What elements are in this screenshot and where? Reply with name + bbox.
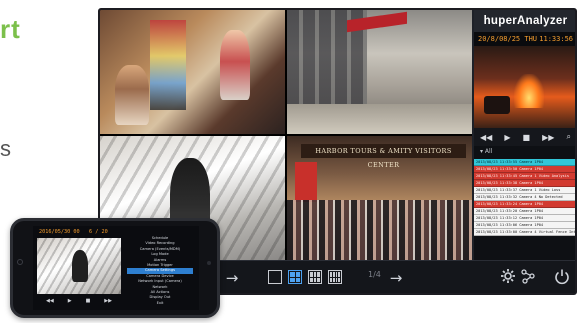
mobile-menu: Schedule Video Recording Camera (Events/MD… [127,236,193,306]
camera-view-1[interactable] [100,10,285,134]
event-row[interactable]: 2013/08/23 11:33:12 Camera 1P04 [474,215,575,222]
rewind-icon[interactable]: ◀◀ [480,133,492,142]
scene-shelf [150,20,186,110]
power-icon[interactable] [552,268,572,288]
layout-4x4-button[interactable] [328,270,342,284]
mobile-screen: 2016/05/30 00 6 / 20 ◀◀ ▶ ■ ▶▶ Schedule V… [33,226,199,310]
scene-person [72,250,88,282]
analyzer-panel: huperAnalyzer 20/8/08/25 THU 11:33:56 ◀◀… [472,10,575,260]
scene-fire [514,74,544,108]
power-icon-graphic [555,269,569,285]
event-row[interactable]: 2013/08/23 11:33:37 Camera 1 Video Loss [474,187,575,194]
event-row[interactable]: 2013/08/23 11:33:06 Camera 1P04 [474,222,575,229]
network-icon-graphic [521,269,535,284]
layout-3x3-button[interactable] [308,270,322,284]
mobile-menu-item[interactable]: Exit [127,301,193,306]
page-counter: 1/4 [368,270,381,279]
stop-icon[interactable]: ■ [86,298,91,304]
mobile-camera-view[interactable] [37,238,121,294]
scene-person [220,30,250,100]
panel-time: 11:33:56 [539,35,573,43]
play-icon[interactable]: ▶ [504,133,510,142]
event-row[interactable]: 2013/08/23 11:33:45 Camera 1 Video Analy… [474,173,575,180]
layout-2x2-button[interactable] [288,270,302,284]
camera-view-2[interactable] [287,10,472,134]
rewind-icon[interactable]: ◀◀ [46,298,54,304]
play-icon[interactable]: ▶ [68,298,72,304]
camera-overlay-banner: HARBOR TOURS & AMITY VISITORS CENTER [301,144,466,169]
mobile-playback-controls: ◀◀ ▶ ■ ▶▶ [39,298,119,304]
network-icon[interactable] [518,268,538,288]
event-row[interactable]: 2013/08/23 11:33:55 Camera 1P04 [474,159,575,166]
event-row[interactable]: 2013/08/23 11:33:00 Camera 4 Virtual Fen… [474,229,575,236]
arrow-right-icon[interactable]: → [222,268,242,288]
mobile-phone: 2016/05/30 00 6 / 20 ◀◀ ▶ ■ ▶▶ Schedule V… [10,218,220,318]
event-preview[interactable] [474,46,575,128]
playback-controls: ◀◀ ▶ ■ ▶▶ ⌕ [474,128,575,146]
gear-icon[interactable] [498,268,518,288]
scene-street [287,104,472,134]
stop-icon[interactable]: ■ [523,133,531,142]
scene-window [295,162,317,202]
layout-1x1-button[interactable] [268,270,282,284]
panel-title: huperAnalyzer [474,10,575,32]
side-text-fragment: s [0,136,11,161]
next-page-icon[interactable]: → [386,268,406,288]
event-row[interactable]: 2013/08/23 11:33:50 Camera 1P04 [474,166,575,173]
home-button[interactable] [17,259,23,265]
fast-forward-icon[interactable]: ▶▶ [542,133,554,142]
event-row[interactable]: 2013/08/23 11:33:20 Camera 1P04 [474,208,575,215]
search-icon[interactable]: ⌕ [566,132,570,142]
phone-camera [207,261,211,265]
fast-forward-icon[interactable]: ▶▶ [104,298,112,304]
scene-vehicle [484,96,510,114]
panel-date: 20/8/08/25 THU [478,35,538,43]
scene-person [115,65,149,125]
mobile-time: 6 / 20 [88,229,108,235]
camera-view-4[interactable]: HARBOR TOURS & AMITY VISITORS CENTER [287,136,472,260]
panel-datetime: 20/8/08/25 THU 11:33:56 [474,32,575,46]
event-row[interactable]: 2013/08/23 11:33:32 Camera 4 No Detected [474,194,575,201]
gear-icon-graphic [501,269,515,283]
scene-crowd [287,200,472,260]
event-row[interactable]: 2013/08/23 11:33:24 Camera 1P04 [474,201,575,208]
brand-text-fragment: rt [0,14,21,44]
event-list: 2013/08/23 11:33:55 Camera 1P04 2013/08/2… [474,159,575,236]
mobile-date: 2016/05/30 00 [39,229,80,235]
event-filter-dropdown[interactable]: ▾ All [474,146,575,157]
event-row[interactable]: 2013/08/23 11:33:38 Camera 1P04 [474,180,575,187]
mobile-datetime: 2016/05/30 00 6 / 20 [39,229,108,235]
